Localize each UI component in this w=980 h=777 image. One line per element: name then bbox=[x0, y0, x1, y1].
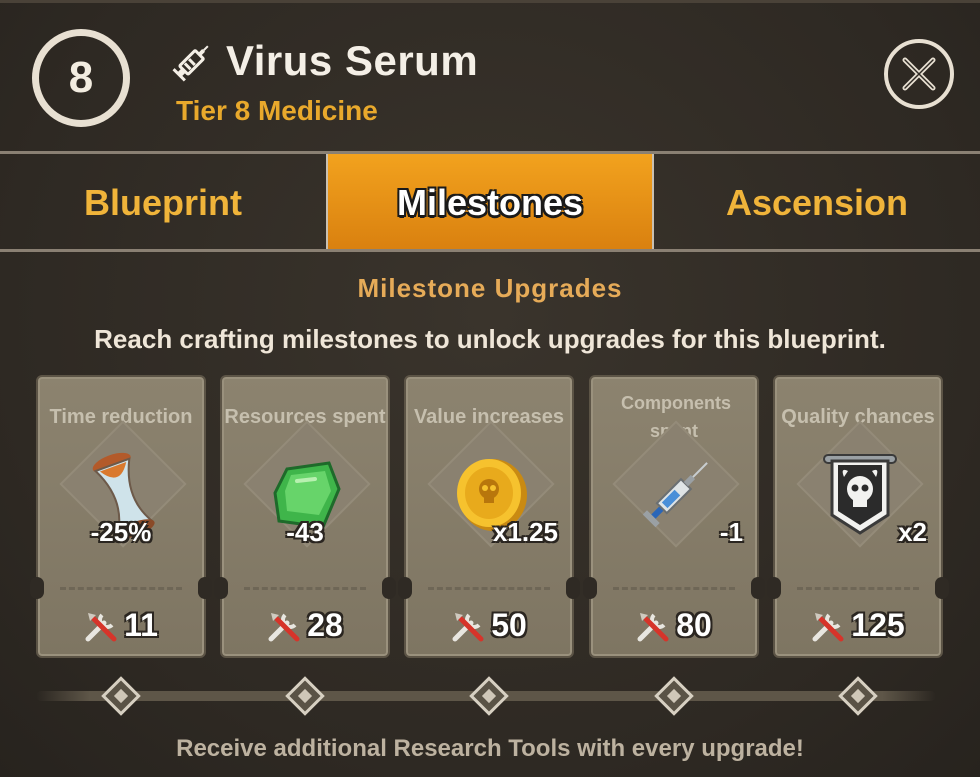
milestone-card-time-reduction[interactable]: Time reduction -25% 11 bbox=[30, 375, 212, 658]
tier-number: 8 bbox=[68, 53, 94, 102]
item-subtitle: Tier 8 Medicine bbox=[176, 95, 378, 126]
title-row: Virus Serum bbox=[170, 37, 478, 85]
milestone-card-value-increases[interactable]: Value increases x1.25 50 bbox=[398, 375, 580, 658]
card-divider bbox=[428, 587, 550, 590]
milestone-node bbox=[654, 676, 694, 716]
syringe-icon bbox=[172, 45, 209, 82]
card-notch bbox=[935, 577, 949, 599]
tab-milestones-label: Milestones bbox=[396, 181, 584, 223]
tab-blueprint[interactable]: Blueprint bbox=[0, 154, 326, 251]
milestone-cost-value: 125 bbox=[851, 607, 905, 643]
research-tools-icon bbox=[812, 612, 844, 641]
section-title: Milestone Upgrades bbox=[357, 273, 623, 303]
milestone-cost: 125 bbox=[775, 607, 941, 644]
milestone-node bbox=[469, 676, 509, 716]
research-tools-icon bbox=[637, 612, 669, 641]
milestone-value: x1.25 bbox=[492, 517, 558, 547]
tabs-divider bbox=[0, 249, 980, 252]
milestone-cost: 80 bbox=[591, 607, 757, 644]
milestone-cost: 50 bbox=[406, 607, 572, 644]
milestone-cost: 28 bbox=[222, 607, 388, 644]
milestone-cost-value: 11 bbox=[124, 607, 158, 643]
milestone-value: -1 bbox=[719, 517, 743, 547]
card-notch bbox=[382, 577, 396, 599]
card-divider bbox=[797, 587, 919, 590]
milestone-card-components-spent[interactable]: Components spent -1 80 bbox=[583, 375, 765, 658]
card-divider bbox=[613, 587, 735, 590]
milestone-cost-value: 28 bbox=[307, 607, 343, 643]
card-notch bbox=[566, 577, 580, 599]
milestone-card-resources-spent[interactable]: Resources spent -43 28 bbox=[214, 375, 396, 658]
milestone-cost: 11 bbox=[38, 607, 204, 644]
close-button[interactable] bbox=[884, 39, 954, 109]
section-description: Reach crafting milestones to unlock upgr… bbox=[94, 324, 886, 354]
milestone-node bbox=[101, 676, 141, 716]
milestone-cost-value: 80 bbox=[676, 607, 712, 643]
milestone-node bbox=[838, 676, 878, 716]
milestone-node bbox=[285, 676, 325, 716]
research-tools-icon bbox=[85, 612, 117, 641]
tier-badge: 8 bbox=[32, 29, 130, 127]
milestone-card-quality-chances[interactable]: Quality chances x2 125 bbox=[767, 375, 949, 658]
research-tools-icon bbox=[268, 612, 300, 641]
milestone-value: -25% bbox=[90, 517, 152, 547]
card-notch bbox=[198, 577, 212, 599]
item-title: Virus Serum bbox=[226, 37, 479, 84]
tab-ascension-label: Ascension bbox=[725, 181, 909, 223]
card-notch bbox=[30, 577, 44, 599]
card-notch bbox=[751, 577, 765, 599]
tab-blueprint-label: Blueprint bbox=[84, 181, 242, 223]
card-notch bbox=[583, 577, 597, 599]
skull-banner-icon bbox=[823, 454, 897, 535]
card-notch bbox=[214, 577, 228, 599]
tab-milestones[interactable]: Milestones bbox=[326, 154, 654, 251]
card-divider bbox=[60, 587, 182, 590]
tab-ascension[interactable]: Ascension bbox=[654, 154, 980, 251]
close-icon bbox=[902, 57, 936, 91]
milestone-value: -43 bbox=[286, 517, 324, 547]
card-notch bbox=[767, 577, 781, 599]
milestones-panel: 8 Virus Serum Tier 8 Medicine Blueprint bbox=[0, 0, 980, 777]
research-tools-icon bbox=[452, 612, 484, 641]
card-notch bbox=[398, 577, 412, 599]
tab-bar: Blueprint Milestones Ascension bbox=[0, 154, 980, 251]
footer-note: Receive additional Research Tools with e… bbox=[176, 735, 804, 762]
syringe-icon bbox=[642, 462, 708, 528]
milestone-value: x2 bbox=[898, 517, 927, 547]
milestone-cost-value: 50 bbox=[491, 607, 527, 643]
card-divider bbox=[244, 587, 366, 590]
